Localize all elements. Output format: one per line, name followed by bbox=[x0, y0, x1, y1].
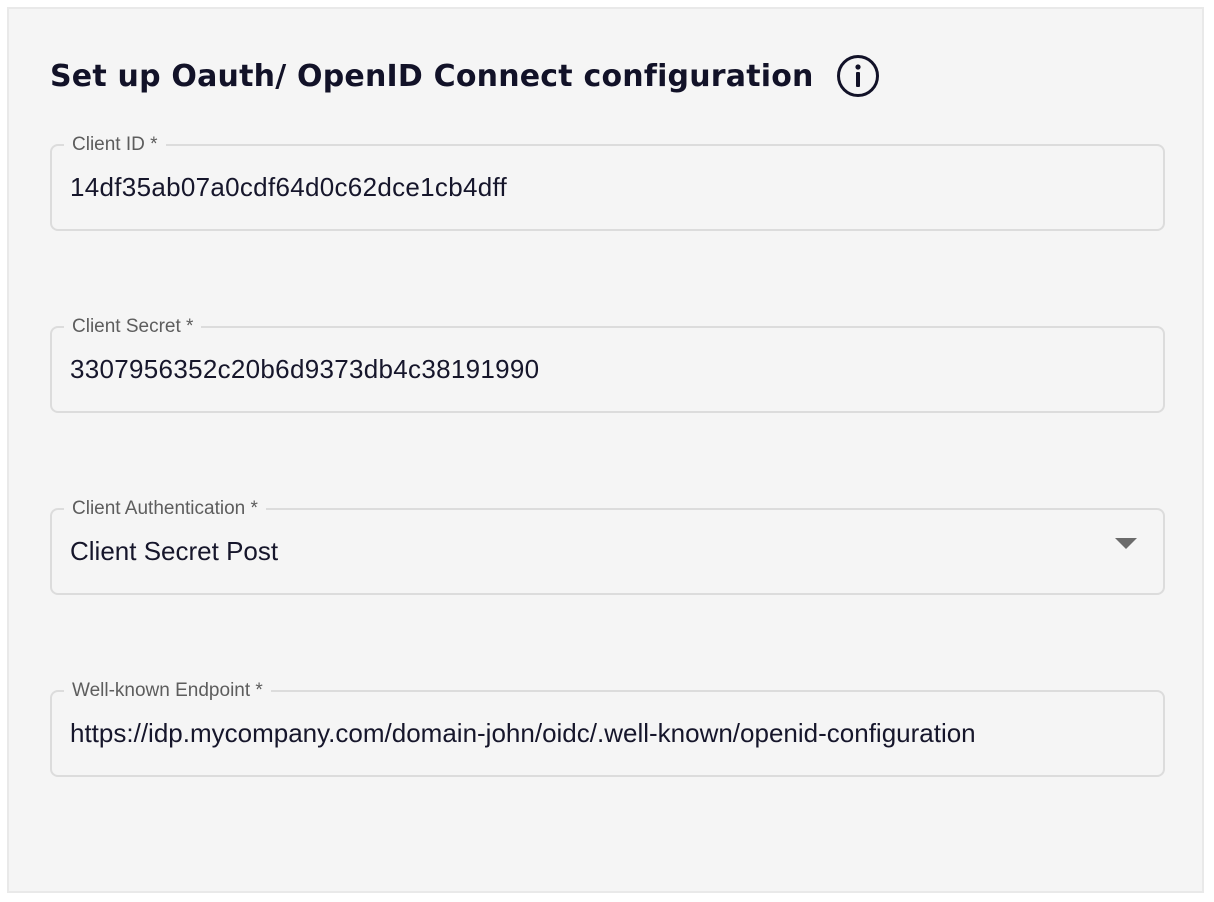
well-known-endpoint-input[interactable] bbox=[70, 715, 1145, 751]
client-secret-field[interactable]: Client Secret * bbox=[50, 317, 1165, 413]
client-secret-label: Client Secret * bbox=[72, 316, 194, 337]
client-authentication-select[interactable]: Client Authentication * Client Secret Po… bbox=[50, 499, 1165, 595]
client-authentication-label: Client Authentication * bbox=[72, 498, 258, 519]
page-title: Set up Oauth/ OpenID Connect configurati… bbox=[50, 58, 814, 94]
oauth-config-panel: Set up Oauth/ OpenID Connect configurati… bbox=[7, 7, 1204, 893]
client-id-input[interactable] bbox=[70, 169, 1105, 205]
caret-down-icon[interactable] bbox=[1115, 538, 1137, 549]
client-id-field[interactable]: Client ID * bbox=[50, 135, 1165, 231]
client-secret-input[interactable] bbox=[70, 351, 1105, 387]
client-id-label: Client ID * bbox=[72, 134, 158, 155]
panel-header: Set up Oauth/ OpenID Connect configurati… bbox=[50, 55, 880, 97]
info-circle-icon[interactable] bbox=[836, 54, 880, 98]
client-authentication-selected-value: Client Secret Post bbox=[70, 536, 279, 566]
well-known-endpoint-field[interactable]: Well-known Endpoint * bbox=[50, 681, 1165, 777]
well-known-endpoint-label: Well-known Endpoint * bbox=[72, 680, 263, 701]
